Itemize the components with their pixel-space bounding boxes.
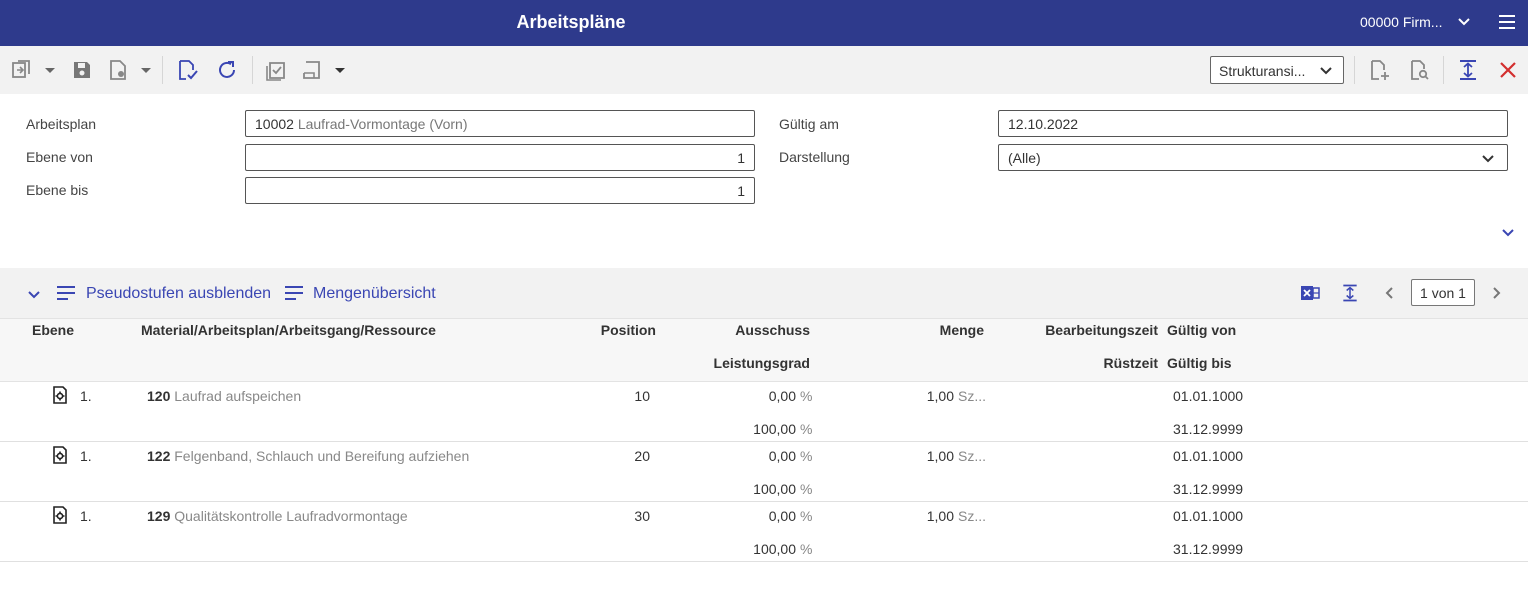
chevron-down-icon (1320, 67, 1332, 75)
darstellung-select[interactable]: (Alle) (998, 144, 1508, 171)
col-ausschuss[interactable]: Ausschuss (660, 322, 810, 338)
expand-form-chevron-icon[interactable] (1500, 224, 1516, 240)
arbeitsplan-field[interactable]: 10002 Laufrad-Vormontage (Vorn) (245, 110, 755, 137)
col-ebene[interactable]: Ebene (32, 322, 74, 338)
mengenuebersicht-link[interactable]: Mengenübersicht (313, 285, 436, 303)
row-menge-unit: Sz... (958, 388, 987, 404)
chevron-down-icon (1482, 155, 1494, 163)
col-ruestzeit[interactable]: Rüstzeit (1000, 355, 1158, 371)
document-search-icon[interactable] (1407, 58, 1431, 82)
approve-list-icon[interactable] (264, 58, 288, 82)
row-material: 129 Qualitätskontrolle Laufradvormontage (147, 508, 408, 524)
ebene-bis-field[interactable]: 1 (245, 177, 755, 204)
list-icon (57, 286, 75, 300)
arbeitsplan-label: Arbeitsplan (26, 116, 97, 132)
row-menge: 1,00 (926, 448, 954, 464)
print-dropdown-icon[interactable] (328, 58, 352, 82)
collapse-chevron-icon[interactable] (26, 286, 42, 302)
row-leistungsgrad-unit: % (800, 481, 813, 497)
operation-icon (53, 446, 67, 464)
validate-document-icon[interactable] (175, 58, 199, 82)
print-report-icon[interactable] (300, 58, 324, 82)
row-leistungsgrad: 100,00 (753, 421, 796, 437)
new-document-icon[interactable] (1367, 58, 1391, 82)
refresh-icon[interactable] (215, 58, 239, 82)
operation-icon (53, 506, 67, 524)
row-position: 20 (634, 448, 650, 464)
chevron-down-icon[interactable] (1456, 13, 1472, 29)
row-leistungsgrad-unit: % (800, 541, 813, 557)
expand-vertical-icon[interactable] (1340, 282, 1360, 304)
row-ausschuss: 0,00 (768, 508, 796, 524)
arbeitsplan-name: Laufrad-Vormontage (Vorn) (297, 116, 468, 132)
row-gueltig-bis: 31.12.9999 (1173, 481, 1244, 497)
ebene-von-field[interactable]: 1 (245, 144, 755, 171)
chevron-left-icon[interactable] (1383, 286, 1397, 300)
table-header: Ebene Material/Arbeitsplan/Arbeitsgang/R… (0, 318, 1528, 382)
row-ausschuss-unit: % (800, 388, 813, 404)
row-level: 1. (80, 508, 92, 524)
darstellung-value: (Alle) (1008, 150, 1041, 166)
row-material: 120 Laufrad aufspeichen (147, 388, 302, 404)
col-leistungsgrad[interactable]: Leistungsgrad (660, 355, 810, 371)
row-leistungsgrad-unit: % (800, 421, 813, 437)
company-selector-label[interactable]: 00000 Firm... (1360, 14, 1442, 30)
row-gueltig-bis: 31.12.9999 (1173, 421, 1244, 437)
table-row[interactable]: 1. 120 Laufrad aufspeichen 10 0,00 % 100… (0, 382, 1528, 442)
table-row[interactable]: 1. 129 Qualitätskontrolle Laufradvormont… (0, 502, 1528, 562)
row-menge: 1,00 (926, 508, 954, 524)
col-position[interactable]: Position (556, 322, 656, 338)
table-row[interactable]: 1. 122 Felgenband, Schlauch und Bereifun… (0, 442, 1528, 502)
excel-export-icon[interactable] (1300, 283, 1320, 303)
expand-vertical-icon[interactable] (1456, 58, 1480, 82)
col-gueltig-von[interactable]: Gültig von (1167, 322, 1236, 338)
pseudostufen-ausblenden-link[interactable]: Pseudostufen ausblenden (86, 285, 271, 303)
save-icon[interactable] (70, 58, 94, 82)
row-gueltig-von: 01.01.1000 (1173, 388, 1244, 404)
row-gueltig-von: 01.01.1000 (1173, 508, 1244, 524)
row-ausschuss: 0,00 (768, 448, 796, 464)
col-menge[interactable]: Menge (834, 322, 984, 338)
hamburger-menu-icon[interactable] (1498, 13, 1516, 31)
copy-icon[interactable] (10, 58, 34, 82)
ebene-bis-label: Ebene bis (26, 182, 89, 198)
arbeitsplan-id: 10002 (255, 116, 294, 132)
ebene-von-label: Ebene von (26, 149, 93, 165)
row-ausschuss: 0,00 (768, 388, 796, 404)
row-ausschuss-unit: % (800, 448, 813, 464)
row-leistungsgrad: 100,00 (753, 541, 796, 557)
row-level: 1. (80, 388, 92, 404)
row-material: 122 Felgenband, Schlauch und Bereifung a… (147, 448, 470, 464)
row-menge-unit: Sz... (958, 508, 987, 524)
section-toolbar: Pseudostufen ausblenden Mengenübersicht … (0, 268, 1528, 318)
row-leistungsgrad: 100,00 (753, 481, 796, 497)
view-select[interactable]: Strukturansi... (1210, 56, 1344, 84)
operation-icon (53, 386, 67, 404)
row-gueltig-bis: 31.12.9999 (1173, 541, 1244, 557)
row-gueltig-von: 01.01.1000 (1173, 448, 1244, 464)
row-ausschuss-unit: % (800, 508, 813, 524)
chevron-right-icon[interactable] (1489, 286, 1503, 300)
row-position: 30 (634, 508, 650, 524)
row-menge: 1,00 (926, 388, 954, 404)
close-icon[interactable] (1496, 58, 1520, 82)
col-material[interactable]: Material/Arbeitsplan/Arbeitsgang/Ressour… (141, 322, 436, 338)
list-icon (285, 286, 303, 300)
row-menge-unit: Sz... (958, 448, 987, 464)
row-level: 1. (80, 448, 92, 464)
document-options-icon[interactable] (106, 58, 130, 82)
gueltig-am-field[interactable]: 12.10.2022 (998, 110, 1508, 137)
view-select-value: Strukturansi... (1219, 63, 1306, 79)
col-gueltig-bis[interactable]: Gültig bis (1167, 355, 1232, 371)
row-position: 10 (634, 388, 650, 404)
copy-dropdown-icon[interactable] (38, 58, 62, 82)
darstellung-label: Darstellung (779, 149, 850, 165)
col-bearbeitungszeit[interactable]: Bearbeitungszeit (1000, 322, 1158, 338)
toolbar: Strukturansi... (0, 46, 1528, 94)
gueltig-am-label: Gültig am (779, 116, 839, 132)
pager[interactable]: 1 von 1 (1411, 279, 1475, 306)
page-title: Arbeitspläne (516, 12, 626, 32)
app-header: Arbeitspläne 00000 Firm... (0, 0, 1528, 46)
document-options-dropdown-icon[interactable] (134, 58, 158, 82)
